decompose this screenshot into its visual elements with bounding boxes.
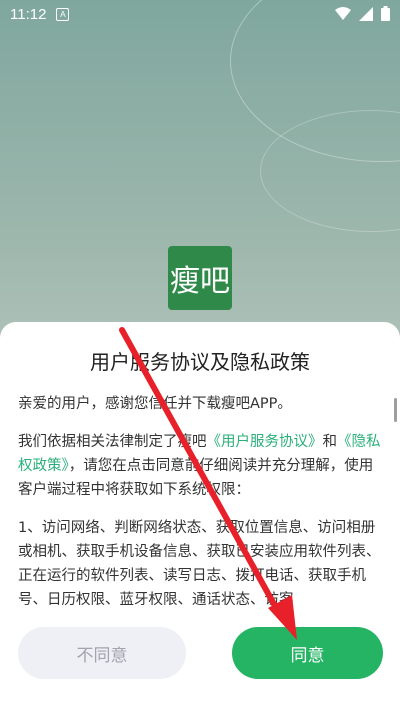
app-logo: 瘦吧 (168, 246, 232, 310)
agreement-text-and: 和 (322, 434, 338, 450)
status-time: 11:12 (10, 5, 47, 23)
user-agreement-link[interactable]: 《用户服务协议》 (207, 434, 323, 450)
status-bar: 11:12 A (0, 0, 400, 28)
greeting-text: 亲爱的用户，感谢您信任并下载瘦吧APP。 (18, 396, 292, 412)
scrollbar[interactable] (394, 398, 397, 422)
notification-badge: A (56, 7, 70, 21)
agreement-text-before: 我们依据相关法律制定了瘦吧 (18, 434, 207, 450)
permissions-text: 1、访问网络、判断网络状态、获取位置信息、访问相册或相机、获取手机设备信息、获取… (18, 520, 381, 605)
battery-icon (381, 6, 390, 21)
agreement-text-after: ，请您在点击同意前仔细阅读并充分理解，使用客户端过程中将获取如下系统权限： (18, 458, 374, 498)
agreement-paragraph: 我们依据相关法律制定了瘦吧《用户服务协议》和《隐私权政策》，请您在点击同意前仔细… (18, 430, 384, 502)
signal-icon (359, 6, 373, 21)
dialog-title: 用户服务协议及隐私政策 (90, 350, 310, 374)
app-logo-text: 瘦吧 (170, 264, 230, 299)
dialog-content[interactable]: 亲爱的用户，感谢您信任并下载瘦吧APP。 我们依据相关法律制定了瘦吧《用户服务协… (18, 392, 384, 605)
agree-button[interactable]: 同意 (232, 627, 383, 679)
disagree-button[interactable]: 不同意 (18, 627, 186, 679)
wifi-icon (335, 6, 351, 20)
